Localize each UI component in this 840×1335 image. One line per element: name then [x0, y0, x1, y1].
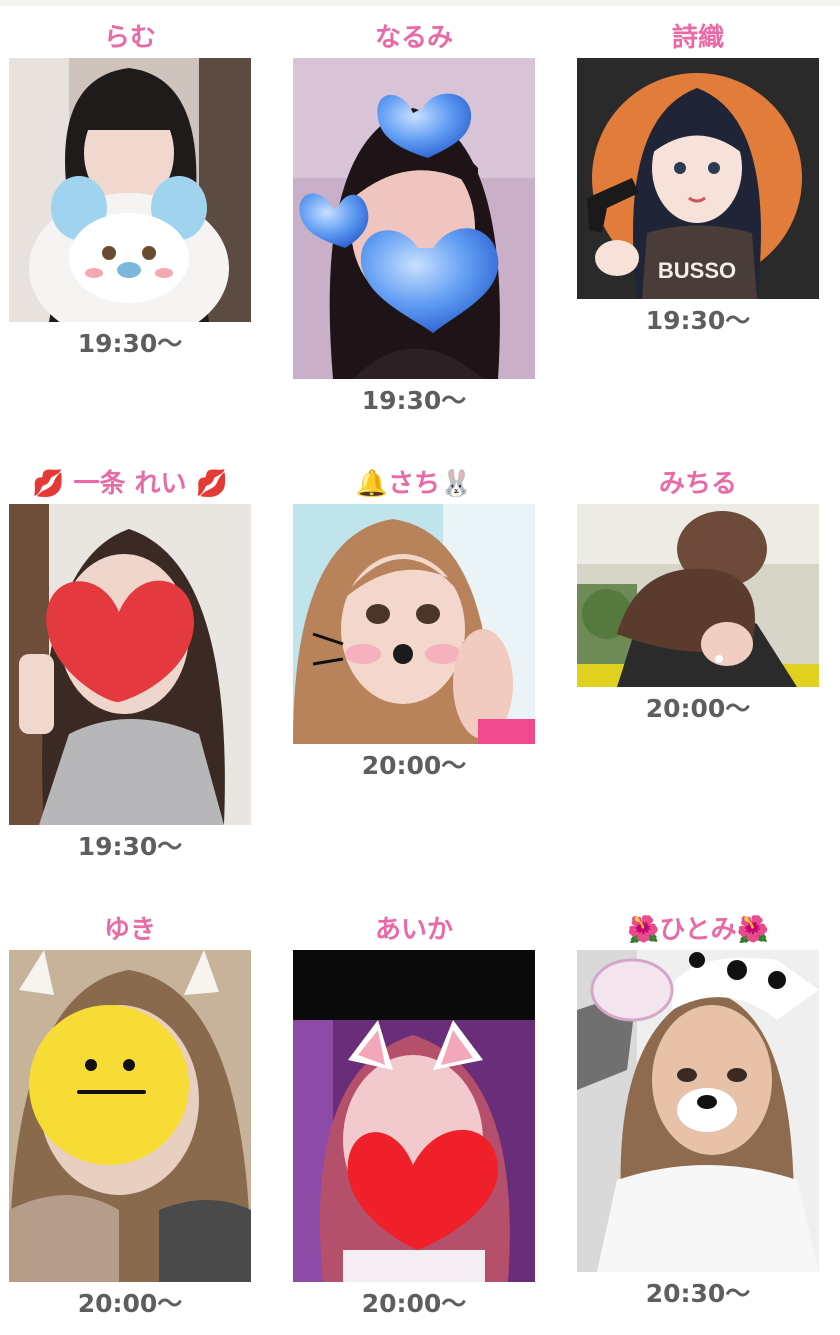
cast-photo[interactable]: [9, 504, 251, 825]
cast-name[interactable]: あいか: [293, 910, 535, 950]
cast-card-hitomi[interactable]: 🌺ひとみ🌺 20:30〜: [577, 910, 819, 1309]
cast-card-yuki[interactable]: ゆき 20:00〜: [9, 910, 251, 1319]
cast-photo[interactable]: [293, 504, 535, 744]
shirt-text: BUSSO: [658, 258, 736, 283]
cast-time: 20:00〜: [645, 694, 751, 723]
cast-name[interactable]: ゆき: [9, 910, 251, 950]
cast-card-aika[interactable]: あいか 20:00〜: [293, 910, 535, 1319]
cast-photo[interactable]: [577, 504, 819, 687]
cast-card-sachi[interactable]: 🔔さち🐰 20:00〜: [293, 464, 535, 781]
cast-name[interactable]: なるみ: [293, 18, 535, 58]
cast-time: 19:30〜: [77, 329, 183, 358]
cast-card-ramu[interactable]: らむ 19:30〜: [9, 18, 251, 359]
cast-time: 19:30〜: [645, 306, 751, 335]
cast-name[interactable]: 🌺ひとみ🌺: [577, 910, 819, 950]
cast-name[interactable]: 💋 一条 れい 💋: [9, 464, 251, 504]
cast-photo[interactable]: [577, 950, 819, 1272]
cast-time: 20:00〜: [361, 1289, 467, 1318]
cast-card-shiori[interactable]: 詩織 BUSSO 19:30〜: [577, 18, 819, 336]
cast-photo[interactable]: BUSSO: [577, 58, 819, 299]
cast-name[interactable]: 詩織: [577, 18, 819, 58]
cast-time: 20:00〜: [77, 1289, 183, 1318]
cast-card-michiru[interactable]: みちる 20:00〜: [577, 464, 819, 724]
cast-time: 19:30〜: [361, 386, 467, 415]
cast-name[interactable]: らむ: [9, 18, 251, 58]
cast-card-narumi[interactable]: なるみ 19:30〜: [293, 18, 535, 416]
cast-photo[interactable]: [293, 58, 535, 379]
top-divider: [0, 0, 840, 6]
cast-time: 20:00〜: [361, 751, 467, 780]
cast-photo[interactable]: [9, 58, 251, 322]
cast-name[interactable]: みちる: [577, 464, 819, 504]
cast-time: 20:30〜: [645, 1279, 751, 1308]
cast-name[interactable]: 🔔さち🐰: [293, 464, 535, 504]
cast-photo[interactable]: [9, 950, 251, 1282]
cast-card-ichijo-rei[interactable]: 💋 一条 れい 💋 19:30〜: [9, 464, 251, 862]
cast-time: 19:30〜: [77, 832, 183, 861]
cast-photo[interactable]: [293, 950, 535, 1282]
